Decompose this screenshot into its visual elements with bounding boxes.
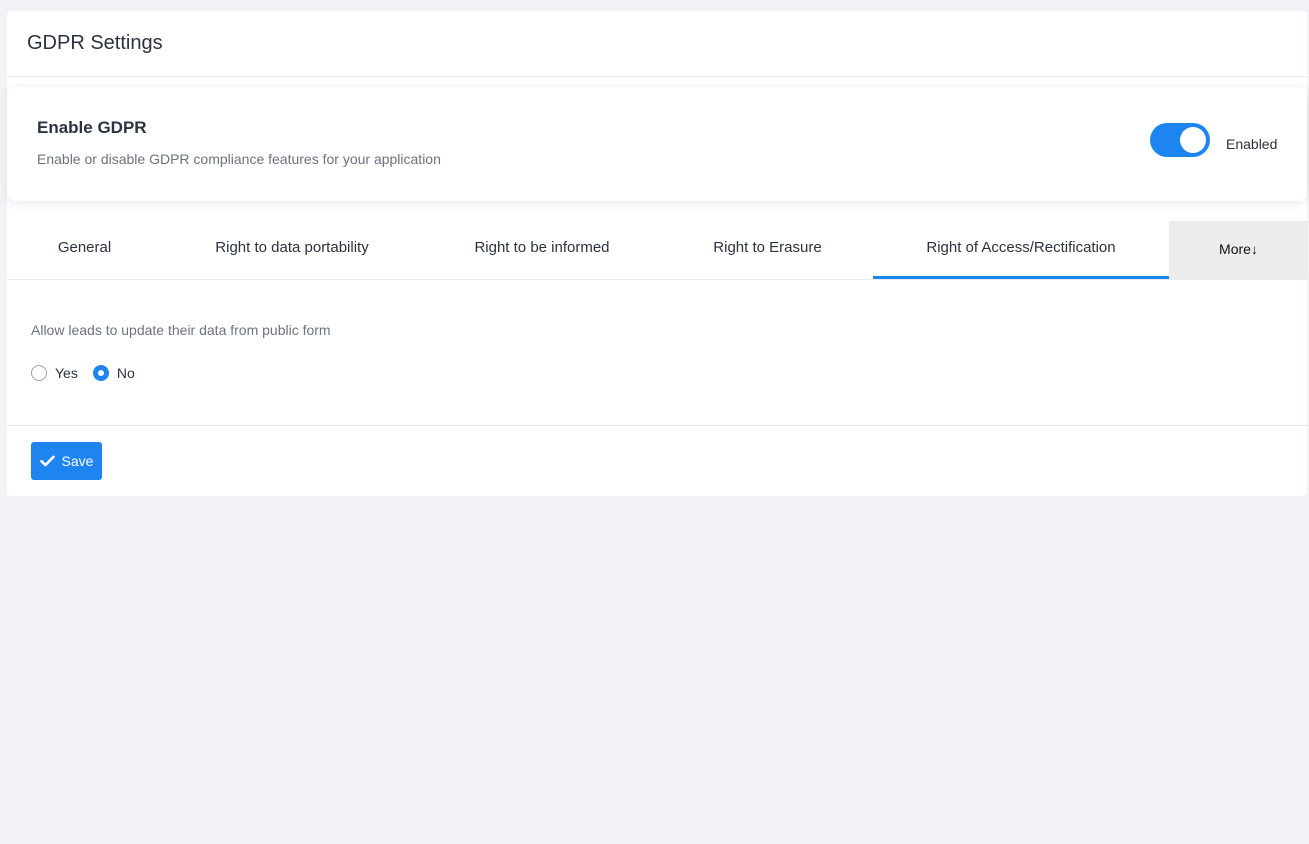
toggle-state-label: Enabled [1226,136,1278,152]
tab-right-to-erasure[interactable]: Right to Erasure [662,221,873,279]
panel-header: GDPR Settings [7,11,1307,77]
save-button-label: Save [61,453,94,469]
enable-gdpr-toggle[interactable] [1150,123,1210,157]
radio-no-label: No [116,365,135,381]
tab-right-to-data-portability[interactable]: Right to data portability [162,221,422,279]
enable-gdpr-description: Enable or disable GDPR compliance featur… [37,151,441,167]
checkmark-icon [39,455,55,467]
radio-option-yes[interactable]: Yes [31,365,78,381]
allow-leads-update-radio-group: Yes No [31,364,135,382]
radio-yes[interactable] [31,365,47,381]
gdpr-settings-panel: GDPR Settings Enable GDPR Enable or disa… [7,11,1308,496]
tab-general[interactable]: General [7,221,162,279]
save-button[interactable]: Save [31,442,102,480]
enable-gdpr-title: Enable GDPR [37,118,147,137]
radio-no[interactable] [92,365,109,381]
enable-gdpr-card: Enable GDPR Enable or disable GDPR compl… [7,87,1307,201]
tab-more-dropdown[interactable]: More↓ [1169,221,1308,279]
tab-right-of-access-rectification[interactable]: Right of Access/Rectification [873,221,1169,279]
page-title: GDPR Settings [27,32,163,54]
footer-divider [7,425,1307,426]
allow-leads-update-label: Allow leads to update their data from pu… [31,322,331,338]
tab-right-to-be-informed[interactable]: Right to be informed [422,221,662,279]
toggle-knob [1180,127,1206,153]
radio-yes-label: Yes [55,365,78,381]
gdpr-tabs: General Right to data portability Right … [7,221,1308,280]
radio-option-no[interactable]: No [92,365,135,381]
